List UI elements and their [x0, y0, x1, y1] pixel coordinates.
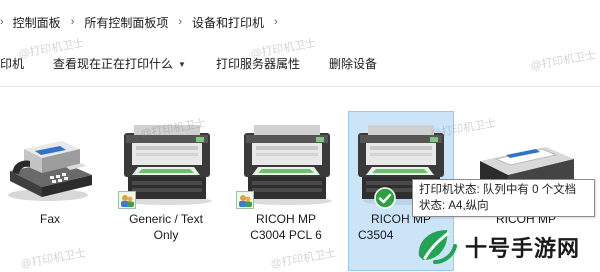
shared-user-icon — [236, 191, 254, 209]
shared-user-icon — [118, 191, 136, 209]
device-name: Generic / Text Only — [108, 211, 224, 243]
printer-status-tooltip: 打印机状态: 队列中有 0 个文档 状态: A4,纵向 — [412, 179, 595, 217]
tooltip-line-status: 打印机状态: 队列中有 0 个文档 — [419, 184, 577, 196]
device-name-line: Fax — [39, 212, 60, 226]
tooltip-line-paper: 状态: A4,纵向 — [419, 200, 489, 212]
breadcrumb-item-control-panel[interactable]: 控制面板 — [13, 14, 61, 31]
fax-icon — [0, 121, 100, 205]
breadcrumb-item-all-control-panel-items[interactable]: 所有控制面板项 — [84, 14, 168, 31]
see-whats-printing-button[interactable]: 查看现在正在打印什么 ▼ — [53, 55, 186, 72]
see-whats-printing-label: 查看现在正在打印什么 — [53, 57, 174, 71]
chevron-right-icon[interactable]: › — [71, 16, 75, 28]
device-generic-text-only[interactable]: Generic / Text Only — [108, 87, 224, 271]
logo-text: 十号手游网 — [465, 236, 581, 261]
device-name-line: RICOH MP — [256, 212, 316, 226]
device-name-line: Only — [153, 228, 179, 242]
device-ricoh-mp-c3004[interactable]: RICOH MP C3004 PCL 6 — [228, 87, 344, 271]
leaf-logo-icon — [418, 230, 457, 264]
chevron-right-icon[interactable]: › — [0, 16, 4, 28]
address-bar[interactable]: › 控制面板 › 所有控制面板项 › 设备和打印机 › — [0, 0, 600, 40]
chevron-right-icon[interactable]: › — [178, 16, 182, 28]
device-name: RICOH MP C3004 PCL 6 — [228, 211, 344, 243]
site-logo: 十号手游网 — [413, 224, 598, 270]
breadcrumb-item-devices-and-printers[interactable]: 设备和打印机 — [192, 14, 264, 31]
device-name-line: Generic / Text — [129, 212, 203, 226]
remove-device-button[interactable]: 删除设备 — [329, 55, 377, 72]
chevron-down-icon[interactable]: ▼ — [178, 60, 186, 69]
breadcrumb: › 控制面板 › 所有控制面板项 › 设备和打印机 › — [0, 12, 288, 32]
device-name-line: C3004 PCL 6 — [250, 228, 322, 242]
default-printer-check-icon — [374, 187, 396, 209]
device-name: Fax — [0, 211, 100, 227]
chevron-right-icon[interactable]: › — [274, 16, 278, 28]
device-fax[interactable]: Fax — [0, 87, 100, 271]
